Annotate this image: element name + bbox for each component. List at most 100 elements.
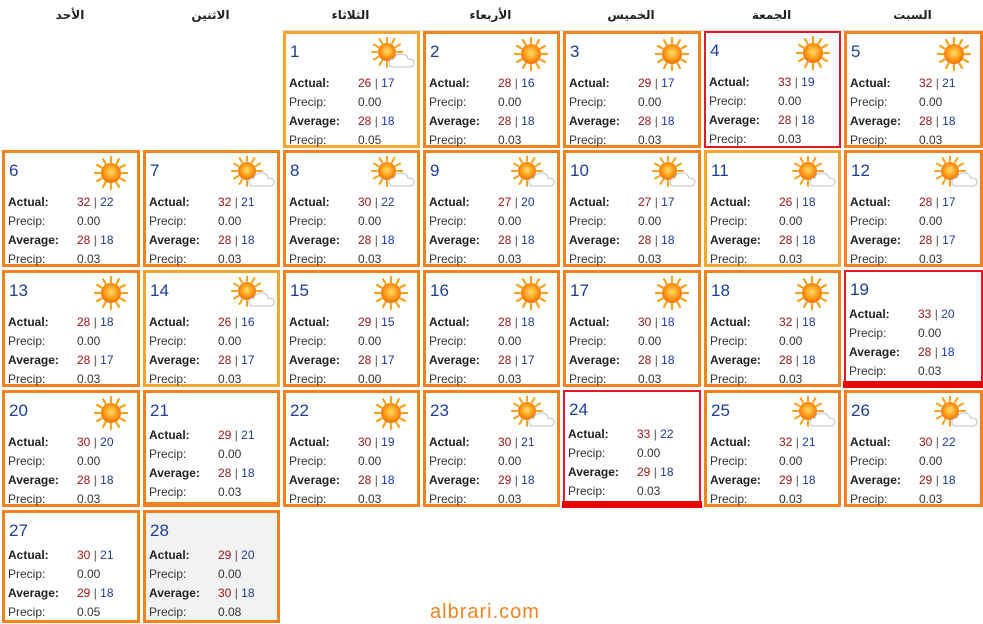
high-temp: 32 (218, 195, 232, 209)
high-temp: 30 (358, 195, 372, 209)
precip-label: Precip: (569, 214, 607, 228)
separator: | (932, 195, 943, 209)
day-cell-28[interactable]: 28 Actual: 29 | 20 Precip: 0.00 Average: 30 | … (143, 510, 280, 623)
day-cell-4[interactable]: 4 Actual: 33 | 19 Precip: 0.00 Average: 28 | 1… (704, 31, 841, 148)
avg-precip-value: 0.03 (637, 484, 661, 498)
day-cell-20[interactable]: 20 Actual: 30 | 20 Precip: 0.00 Average: 28 | … (2, 390, 140, 507)
calendar-grid: 1 Actual: 26 | 17 Precip: 0.00 Average: 28 | 1… (0, 30, 983, 624)
actual-label: Actual: (849, 307, 890, 321)
day-cell-15[interactable]: 15 Actual: 29 | 15 Precip: 0.00 Average: 28 | … (283, 270, 420, 387)
separator: | (932, 473, 943, 487)
day-cell-21[interactable]: 21 Actual: 29 | 21 Precip: 0.00 Average: 28 | … (143, 390, 280, 507)
weather-rows: Actual: 33 | 19 Precip: 0.00 Average: 28 | 18… (709, 73, 835, 149)
day-number: 28 (150, 521, 169, 540)
high-temp: 28 (77, 473, 91, 487)
low-temp: 19 (381, 435, 395, 449)
actual-row: Actual: 30 | 21 (8, 546, 133, 565)
avg-precip-label: Precip: (850, 133, 888, 147)
day-cell-27[interactable]: 27 Actual: 30 | 21 Precip: 0.00 Average: 29 | … (2, 510, 140, 623)
separator: | (90, 315, 101, 329)
separator: | (792, 353, 803, 367)
actual-label: Actual: (8, 435, 49, 449)
day-cell-14[interactable]: 14 Actual: 26 | 16 Precip: 0.00 Average: 28 | … (143, 270, 280, 387)
day-cell-23[interactable]: 23 Actual: 30 | 21 Precip: 0.00 Average: 29 | … (423, 390, 560, 507)
average-label: Average: (149, 586, 200, 600)
average-label: Average: (8, 353, 59, 367)
day-cell-17[interactable]: 17 Actual: 30 | 18 Precip: 0.00 Average: 28 | … (563, 270, 701, 387)
day-cell-8[interactable]: 8 Actual: 30 | 22 Precip: 0.00 Average: 28 | 1… (283, 150, 420, 267)
day-cell-2[interactable]: 2 Actual: 28 | 16 Precip: 0.00 Average: 28 | 1… (423, 31, 560, 148)
low-temp: 18 (100, 586, 114, 600)
weather-rows: Actual: 29 | 15 Precip: 0.00 Average: 28 | 17… (289, 313, 413, 389)
day-cell-10[interactable]: 10 Actual: 27 | 17 Precip: 0.00 Average: 28 | … (563, 150, 701, 267)
day-cell-19[interactable]: 19 Actual: 33 | 20 Precip: 0.00 Average: 28 | … (843, 270, 983, 388)
actual-label: Actual: (149, 195, 190, 209)
separator: | (792, 315, 803, 329)
actual-row: Actual: 26 | 17 (289, 74, 413, 93)
day-cell-16[interactable]: 16 Actual: 28 | 18 Precip: 0.00 Average: 28 | … (423, 270, 560, 387)
day-cell-1[interactable]: 1 Actual: 26 | 17 Precip: 0.00 Average: 28 | 1… (283, 31, 420, 148)
separator: | (90, 195, 101, 209)
sun-cloud-icon (509, 155, 557, 190)
separator: | (371, 353, 382, 367)
avg-precip-value: 0.03 (77, 492, 101, 506)
average-value: 28 | 18 (358, 114, 395, 128)
average-value: 28 | 17 (358, 353, 395, 367)
average-value: 28 | 18 (638, 233, 675, 247)
separator: | (371, 114, 382, 128)
day-cell-9[interactable]: 9 Actual: 27 | 20 Precip: 0.00 Average: 28 | 1… (423, 150, 560, 267)
high-temp: 30 (77, 548, 91, 562)
actual-label: Actual: (149, 315, 190, 329)
day-cell-6[interactable]: 6 Actual: 32 | 22 Precip: 0.00 Average: 28 | 1… (2, 150, 140, 267)
day-cell-24[interactable]: 24 Actual: 33 | 22 Precip: 0.00 Average: 29 | … (562, 390, 702, 508)
day-cell-18[interactable]: 18 Actual: 32 | 18 Precip: 0.00 Average: 28 | … (704, 270, 841, 387)
precip-row: Precip: 0.00 (710, 452, 834, 471)
precip-row: Precip: 0.00 (8, 332, 133, 351)
day-cell-13[interactable]: 13 Actual: 28 | 18 Precip: 0.00 Average: 28 | … (2, 270, 140, 387)
precip-value: 0.00 (638, 95, 662, 109)
alert-bar (843, 381, 983, 388)
low-temp: 18 (942, 114, 956, 128)
average-value: 28 | 18 (638, 114, 675, 128)
high-temp: 32 (77, 195, 91, 209)
actual-label: Actual: (149, 548, 190, 562)
low-temp: 18 (241, 466, 255, 480)
day-cell-26[interactable]: 26 Actual: 30 | 22 Precip: 0.00 Average: 29 | … (844, 390, 983, 507)
separator: | (791, 113, 802, 127)
average-label: Average: (709, 113, 760, 127)
day-cell-25[interactable]: 25 Actual: 32 | 21 Precip: 0.00 Average: 29 | … (704, 390, 841, 507)
average-value: 28 | 18 (638, 353, 675, 367)
separator: | (511, 435, 522, 449)
high-temp: 33 (637, 427, 651, 441)
day-number: 3 (570, 42, 580, 61)
actual-label: Actual: (429, 315, 470, 329)
actual-label: Actual: (8, 548, 49, 562)
average-value: 28 | 18 (218, 466, 255, 480)
avg-precip-label: Precip: (289, 372, 327, 386)
day-number: 2 (430, 42, 440, 61)
weekday-header-6: السبت (893, 8, 932, 22)
day-cell-3[interactable]: 3 Actual: 29 | 17 Precip: 0.00 Average: 28 | 1… (563, 31, 701, 148)
day-cell-11[interactable]: 11 Actual: 26 | 18 Precip: 0.00 Average: 28 | … (704, 150, 841, 267)
low-temp: 22 (660, 427, 674, 441)
sun-cloud-icon (229, 275, 277, 310)
actual-row: Actual: 28 | 18 (429, 313, 553, 332)
avg-precip-row: Precip: 0.03 (569, 370, 694, 389)
day-cell-12[interactable]: 12 Actual: 28 | 17 Precip: 0.00 Average: 28 | … (844, 150, 983, 267)
low-temp: 18 (802, 353, 816, 367)
precip-label: Precip: (8, 214, 46, 228)
average-value: 29 | 18 (77, 586, 114, 600)
precip-label: Precip: (850, 454, 888, 468)
average-row: Average: 30 | 18 (149, 584, 273, 603)
day-number: 26 (851, 401, 870, 420)
average-label: Average: (8, 233, 59, 247)
day-cell-22[interactable]: 22 Actual: 30 | 19 Precip: 0.00 Average: 28 | … (283, 390, 420, 507)
day-cell-7[interactable]: 7 Actual: 32 | 21 Precip: 0.00 Average: 28 | 1… (143, 150, 280, 267)
high-temp: 29 (77, 586, 91, 600)
watermark: albrari.com (430, 601, 540, 623)
separator: | (651, 353, 662, 367)
low-temp: 18 (241, 586, 255, 600)
average-label: Average: (569, 353, 620, 367)
day-cell-5[interactable]: 5 Actual: 32 | 21 Precip: 0.00 Average: 28 | 1… (844, 31, 983, 148)
separator: | (792, 233, 803, 247)
